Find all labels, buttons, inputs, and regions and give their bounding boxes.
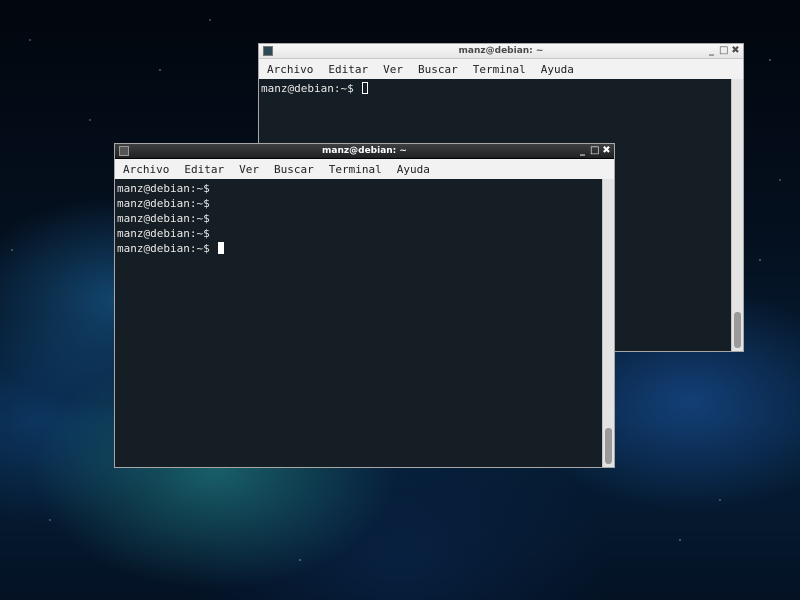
terminal-line: manz@debian:~$ [117, 226, 600, 241]
menu-editar[interactable]: Editar [184, 163, 224, 176]
menu-buscar[interactable]: Buscar [418, 63, 458, 76]
minimize-button[interactable]: _ [578, 144, 587, 157]
terminal-line: manz@debian:~$ [261, 81, 729, 96]
close-button[interactable]: ✖ [602, 144, 611, 157]
window-titlebar[interactable]: manz@debian: ~ _ □ ✖ [259, 44, 743, 59]
prompt-text: manz@debian:~$ [117, 212, 210, 225]
menu-ayuda[interactable]: Ayuda [397, 163, 430, 176]
menu-ver[interactable]: Ver [383, 63, 403, 76]
close-button[interactable]: ✖ [731, 44, 740, 57]
prompt-text: manz@debian:~$ [117, 197, 210, 210]
terminal-line: manz@debian:~$ [117, 181, 600, 196]
prompt-text: manz@debian:~$ [117, 242, 217, 255]
menu-editar[interactable]: Editar [328, 63, 368, 76]
menu-terminal[interactable]: Terminal [329, 163, 382, 176]
window-titlebar[interactable]: manz@debian: ~ _ □ ✖ [115, 144, 614, 159]
text-cursor [362, 82, 369, 94]
maximize-button[interactable]: □ [590, 144, 599, 157]
terminal-window-front[interactable]: manz@debian: ~ _ □ ✖ Archivo Editar Ver … [114, 143, 615, 468]
maximize-button[interactable]: □ [719, 44, 728, 57]
window-title: manz@debian: ~ [458, 46, 544, 56]
scrollbar-thumb[interactable] [605, 428, 612, 464]
menu-ayuda[interactable]: Ayuda [541, 63, 574, 76]
prompt-text: manz@debian:~$ [117, 227, 210, 240]
terminal-area[interactable]: manz@debian:~$ manz@debian:~$ manz@debia… [115, 179, 602, 467]
scrollbar-thumb[interactable] [734, 312, 741, 348]
prompt-text: manz@debian:~$ [117, 182, 210, 195]
terminal-line: manz@debian:~$ [117, 196, 600, 211]
terminal-line: manz@debian:~$ [117, 241, 600, 256]
scrollbar[interactable] [731, 79, 743, 351]
menu-buscar[interactable]: Buscar [274, 163, 314, 176]
menu-ver[interactable]: Ver [239, 163, 259, 176]
text-cursor [218, 242, 225, 254]
terminal-app-icon[interactable] [119, 146, 129, 156]
terminal-app-icon[interactable] [263, 46, 273, 56]
menu-bar: Archivo Editar Ver Buscar Terminal Ayuda [115, 159, 614, 179]
menu-terminal[interactable]: Terminal [473, 63, 526, 76]
scrollbar[interactable] [602, 179, 614, 467]
minimize-button[interactable]: _ [707, 44, 716, 57]
menu-archivo[interactable]: Archivo [267, 63, 313, 76]
terminal-line: manz@debian:~$ [117, 211, 600, 226]
prompt-text: manz@debian:~$ [261, 82, 361, 95]
window-title: manz@debian: ~ [322, 146, 407, 156]
menu-archivo[interactable]: Archivo [123, 163, 169, 176]
menu-bar: Archivo Editar Ver Buscar Terminal Ayuda [259, 59, 743, 79]
